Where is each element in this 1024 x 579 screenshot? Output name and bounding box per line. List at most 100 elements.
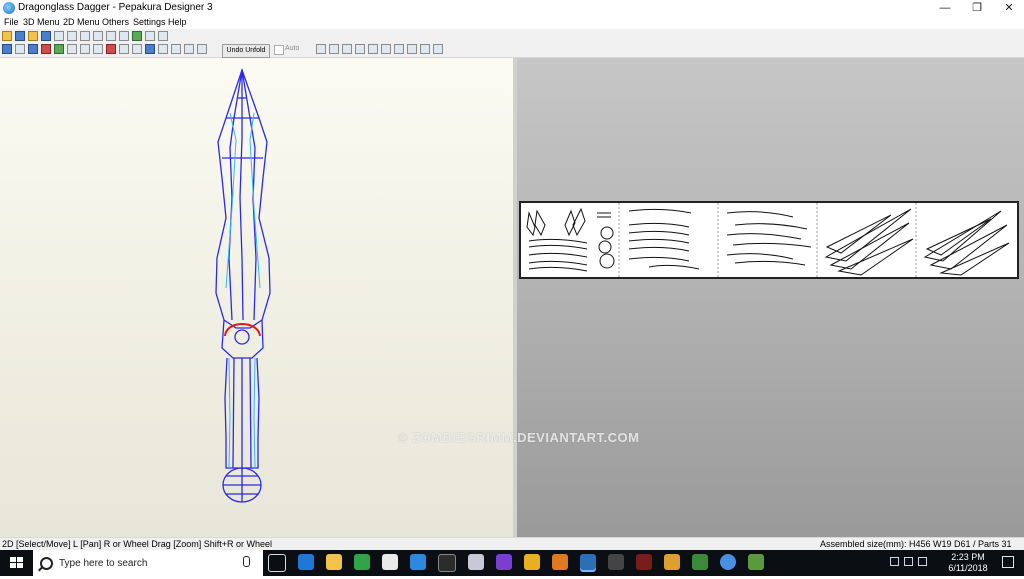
status-mode-hint: 2D [Select/Move] L [Pan] R or Wheel Drag… <box>2 539 273 549</box>
clock-date: 6/11/2018 <box>948 563 988 573</box>
align-center-icon[interactable] <box>329 44 339 54</box>
restore-button[interactable]: ❐ <box>962 0 992 16</box>
save-file-icon[interactable] <box>15 31 25 41</box>
window-two-icon[interactable] <box>158 31 168 41</box>
menu-file[interactable]: File <box>4 17 19 27</box>
tray-network-icon[interactable] <box>890 557 899 566</box>
status-assembled-size: Assembled size(mm): H456 W19 D61 / Parts… <box>820 539 1012 549</box>
menu-bar: File 3D Menu 2D Menu Others Settings Hel… <box>0 16 1024 29</box>
edge-tool-icon[interactable] <box>80 31 90 41</box>
file-explorer-icon[interactable] <box>326 554 342 570</box>
tray-volume-icon[interactable] <box>904 557 913 566</box>
texture-icon[interactable] <box>132 31 142 41</box>
auto-checkbox[interactable] <box>274 45 284 55</box>
number-icon[interactable] <box>145 44 155 54</box>
minecraft-icon[interactable] <box>692 554 708 570</box>
store-icon[interactable] <box>382 554 398 570</box>
search-icon <box>40 557 53 570</box>
3d-view[interactable] <box>0 58 514 537</box>
ungroup-icon[interactable] <box>433 44 443 54</box>
move-icon[interactable] <box>15 44 25 54</box>
join-tool-icon[interactable] <box>93 31 103 41</box>
anchor-icon[interactable] <box>106 31 116 41</box>
menu-2d[interactable]: 2D Menu <box>63 17 100 27</box>
menu-help[interactable]: Help <box>168 17 187 27</box>
rotate-part-icon[interactable] <box>119 44 129 54</box>
media-app-icon[interactable] <box>438 554 456 572</box>
graph-app-icon[interactable] <box>496 554 512 570</box>
group-icon[interactable] <box>420 44 430 54</box>
toolbar-row-2 <box>2 44 207 56</box>
align-right-icon[interactable] <box>342 44 352 54</box>
select-icon[interactable] <box>2 44 12 54</box>
vlc-icon[interactable] <box>664 554 680 570</box>
edge-browser-icon[interactable] <box>298 554 314 570</box>
start-button[interactable] <box>0 550 33 576</box>
leaf-app-icon[interactable] <box>748 554 764 570</box>
search-placeholder: Type here to search <box>59 558 148 569</box>
image-icon[interactable] <box>171 44 181 54</box>
tray-keyboard-icon[interactable] <box>918 557 927 566</box>
scissors-icon[interactable] <box>106 44 116 54</box>
close-button[interactable]: ✕ <box>994 0 1024 16</box>
open-file-icon[interactable] <box>2 31 12 41</box>
green-app-icon[interactable] <box>354 554 370 570</box>
system-tray <box>890 557 927 566</box>
light-icon[interactable] <box>28 31 38 41</box>
align-left-icon[interactable] <box>316 44 326 54</box>
rotate-left-icon[interactable] <box>54 31 64 41</box>
2d-view[interactable] <box>517 58 1024 537</box>
notification-center-icon[interactable] <box>1002 556 1014 568</box>
window-one-icon[interactable] <box>145 31 155 41</box>
paper-sheet <box>519 201 1019 279</box>
toolbar-row-1 <box>2 31 168 43</box>
menu-others[interactable]: Others <box>102 17 129 27</box>
dagger-3d-model <box>215 68 271 503</box>
align-middle-icon[interactable] <box>368 44 378 54</box>
join-parts-icon[interactable] <box>407 44 417 54</box>
chrome-icon[interactable] <box>720 554 736 570</box>
page-icon[interactable] <box>197 44 207 54</box>
menu-settings[interactable]: Settings <box>133 17 166 27</box>
internet-explorer-icon[interactable] <box>410 554 426 570</box>
distribute-icon[interactable] <box>394 44 404 54</box>
mountain-fold-icon[interactable] <box>67 44 77 54</box>
menu-3d[interactable]: 3D Menu <box>23 17 60 27</box>
calculator-icon[interactable] <box>608 554 624 570</box>
auto-label: Auto <box>285 45 300 52</box>
align-top-icon[interactable] <box>355 44 365 54</box>
windows-taskbar: Type here to search 2:23 PM 6/11/2018 <box>0 550 1024 576</box>
valley-fold-icon[interactable] <box>80 44 90 54</box>
flap-icon[interactable] <box>54 44 64 54</box>
layout-icon[interactable] <box>93 44 103 54</box>
cube-icon[interactable] <box>41 31 51 41</box>
title-bar: Dragonglass Dagger - Pepakura Designer 3… <box>0 0 1024 16</box>
task-view-icon[interactable] <box>268 554 286 572</box>
microphone-icon[interactable] <box>243 556 250 567</box>
align-bottom-icon[interactable] <box>381 44 391 54</box>
toolbar <box>0 29 1024 58</box>
grid-icon[interactable] <box>28 44 38 54</box>
taskbar-clock[interactable]: 2:23 PM 6/11/2018 <box>948 552 988 574</box>
undo-unfold-button[interactable]: Undo Unfold <box>222 44 270 58</box>
text-icon[interactable] <box>158 44 168 54</box>
pepakura-taskbar-icon[interactable] <box>580 554 596 570</box>
arrange-icon[interactable] <box>132 44 142 54</box>
watermark: © ZOMBIEGRIMM.DEVIANTART.COM <box>398 430 640 445</box>
game-app-icon[interactable] <box>636 554 652 570</box>
windows-logo-icon <box>10 557 23 568</box>
folder-app-icon[interactable] <box>524 554 540 570</box>
rotate-right-icon[interactable] <box>67 31 77 41</box>
toolbar-align-row <box>316 44 443 56</box>
paint-icon[interactable] <box>41 44 51 54</box>
window-title: Dragonglass Dagger - Pepakura Designer 3 <box>18 2 213 13</box>
print-icon[interactable] <box>184 44 194 54</box>
minimize-button[interactable]: — <box>930 0 960 16</box>
split-icon[interactable] <box>119 31 129 41</box>
taskbar-search-box[interactable]: Type here to search <box>33 550 263 576</box>
taskbar-app-icons <box>268 554 764 572</box>
status-bar: 2D [Select/Move] L [Pan] R or Wheel Drag… <box>0 537 1024 550</box>
pc-app-icon[interactable] <box>468 554 484 570</box>
photo-app-icon[interactable] <box>552 554 568 570</box>
pepakura-app-icon <box>3 2 15 14</box>
